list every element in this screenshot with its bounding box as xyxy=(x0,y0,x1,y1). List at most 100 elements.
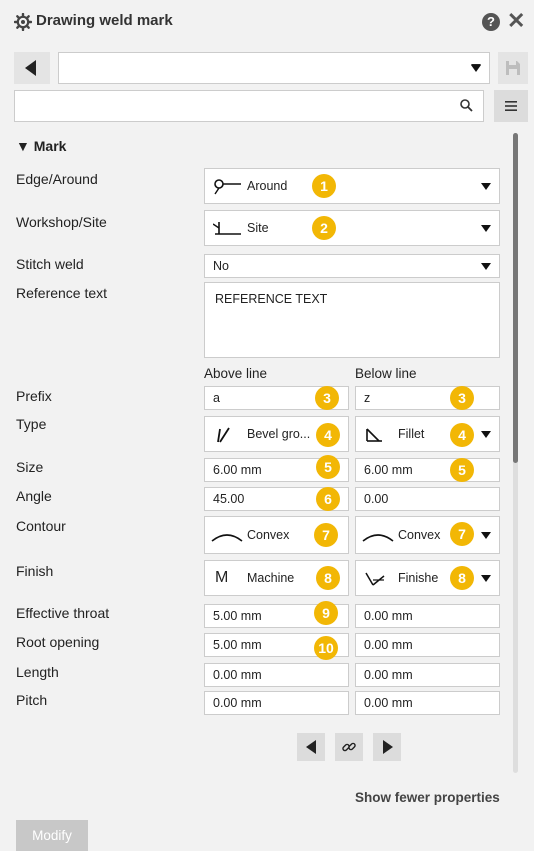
label-stitch-weld: Stitch weld xyxy=(16,256,84,272)
label-type: Type xyxy=(16,416,47,432)
edge-around-value: Around xyxy=(247,179,288,193)
contour-above-value: Convex xyxy=(247,528,290,542)
convex-contour-icon xyxy=(211,534,243,542)
pitch-below-value: 0.00 mm xyxy=(364,696,413,710)
contour-below-value: Convex xyxy=(398,528,441,542)
angle-above-value: 45.00 xyxy=(213,492,245,506)
weld-mark-panel: Drawing weld mark ? ✕ ▼ Mark Edge/Around… xyxy=(0,0,534,851)
callout-badge: 1 xyxy=(312,174,336,198)
gear-icon xyxy=(14,13,32,31)
type-below-value: Fillet xyxy=(398,427,425,441)
callout-badge: 9 xyxy=(314,601,338,625)
label-prefix: Prefix xyxy=(16,388,52,404)
panel-title: Drawing weld mark xyxy=(36,12,173,29)
search-icon[interactable] xyxy=(460,99,473,112)
preset-dropdown[interactable] xyxy=(58,52,490,84)
effective-throat-above-value: 5.00 mm xyxy=(213,609,262,623)
type-below-dropdown[interactable]: Fillet xyxy=(355,416,500,452)
length-above-value: 0.00 mm xyxy=(213,668,262,682)
root-opening-above-value: 5.00 mm xyxy=(213,638,262,652)
label-angle: Angle xyxy=(16,488,52,504)
save-icon xyxy=(506,61,520,75)
stitch-weld-dropdown[interactable]: No xyxy=(204,254,500,278)
callout-badge: 5 xyxy=(450,458,474,482)
finish-check-icon xyxy=(365,572,385,586)
pitch-above-value: 0.00 mm xyxy=(213,696,262,710)
help-icon[interactable]: ? xyxy=(482,13,500,31)
length-above-input[interactable]: 0.00 mm xyxy=(204,663,349,687)
previous-button[interactable] xyxy=(297,733,325,761)
finish-below-value: Finishe xyxy=(398,571,439,585)
search-input[interactable] xyxy=(14,90,484,122)
link-button[interactable] xyxy=(335,733,363,761)
save-button[interactable] xyxy=(498,52,528,84)
callout-badge: 6 xyxy=(316,487,340,511)
menu-button[interactable] xyxy=(494,90,528,122)
effective-throat-below-value: 0.00 mm xyxy=(364,609,413,623)
contour-below-dropdown[interactable]: Convex xyxy=(355,516,500,554)
callout-badge: 8 xyxy=(316,566,340,590)
size-below-value: 6.00 mm xyxy=(364,463,413,477)
edge-around-dropdown[interactable]: Around xyxy=(204,168,500,204)
prefix-below-input[interactable]: z xyxy=(355,386,500,410)
size-above-value: 6.00 mm xyxy=(213,463,262,477)
angle-below-input[interactable]: 0.00 xyxy=(355,487,500,511)
callout-badge: 4 xyxy=(316,423,340,447)
workshop-site-dropdown[interactable]: Site xyxy=(204,210,500,246)
callout-badge: 4 xyxy=(450,423,474,447)
scrollbar-thumb[interactable] xyxy=(513,133,518,463)
close-icon[interactable]: ✕ xyxy=(507,9,525,33)
convex-contour-icon xyxy=(362,534,394,542)
label-edge-around: Edge/Around xyxy=(16,171,98,187)
callout-badge: 2 xyxy=(312,216,336,240)
reference-text-value: REFERENCE TEXT xyxy=(215,292,328,306)
size-below-input[interactable]: 6.00 mm xyxy=(355,458,500,482)
reference-text-area[interactable]: REFERENCE TEXT xyxy=(204,282,500,358)
next-button[interactable] xyxy=(373,733,401,761)
site-flag-icon xyxy=(213,222,241,235)
bevel-groove-icon xyxy=(217,427,230,443)
callout-badge: 5 xyxy=(316,455,340,479)
title-bar: Drawing weld mark ? ✕ xyxy=(0,0,534,44)
prefix-below-value: z xyxy=(364,391,371,405)
label-finish: Finish xyxy=(16,563,54,579)
pitch-below-input[interactable]: 0.00 mm xyxy=(355,691,500,715)
workshop-site-value: Site xyxy=(247,221,269,235)
show-fewer-properties-link[interactable]: Show fewer properties xyxy=(355,790,500,805)
root-opening-below-input[interactable]: 0.00 mm xyxy=(355,633,500,657)
label-effective-throat: Effective throat xyxy=(16,605,110,621)
chevron-down-icon xyxy=(471,64,481,71)
type-above-value: Bevel gro... xyxy=(247,427,311,441)
angle-below-value: 0.00 xyxy=(364,492,389,506)
label-contour: Contour xyxy=(16,518,66,534)
label-workshop-site: Workshop/Site xyxy=(16,214,107,230)
callout-badge: 7 xyxy=(314,523,338,547)
stitch-weld-value: No xyxy=(213,259,229,273)
finish-above-value: Machine xyxy=(247,571,295,585)
machine-finish-icon: M xyxy=(215,569,229,586)
label-pitch: Pitch xyxy=(16,692,48,708)
column-below-line: Below line xyxy=(355,366,417,381)
callout-badge: 7 xyxy=(450,522,474,546)
modify-button[interactable]: Modify xyxy=(16,820,88,851)
callout-badge: 8 xyxy=(450,566,474,590)
arrow-right-icon xyxy=(383,740,393,754)
label-size: Size xyxy=(16,459,44,475)
effective-throat-below-input[interactable]: 0.00 mm xyxy=(355,604,500,628)
arrow-left-icon xyxy=(25,60,36,76)
weld-around-icon xyxy=(214,179,241,195)
length-below-input[interactable]: 0.00 mm xyxy=(355,663,500,687)
link-icon xyxy=(342,742,356,752)
label-root-opening: Root opening xyxy=(16,634,100,650)
pitch-above-input[interactable]: 0.00 mm xyxy=(204,691,349,715)
root-opening-below-value: 0.00 mm xyxy=(364,638,413,652)
arrow-left-icon xyxy=(306,740,316,754)
back-button[interactable] xyxy=(14,52,50,84)
label-reference-text: Reference text xyxy=(16,285,108,301)
finish-below-dropdown[interactable]: Finishe xyxy=(355,560,500,596)
label-length: Length xyxy=(16,664,59,680)
column-above-line: Above line xyxy=(204,366,268,381)
callout-badge: 10 xyxy=(314,636,338,660)
section-mark-toggle[interactable]: ▼ Mark xyxy=(16,138,66,154)
fillet-icon xyxy=(366,428,382,442)
